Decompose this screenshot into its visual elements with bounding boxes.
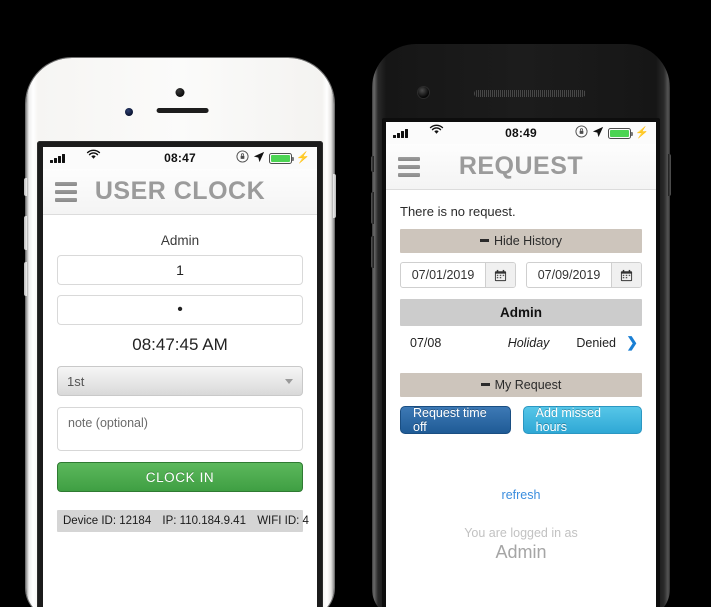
volume-down-button[interactable] — [371, 236, 374, 268]
proximity-sensor-icon — [125, 108, 133, 116]
device-id-label: Device ID: 12184 — [63, 515, 152, 527]
rotation-lock-icon — [575, 125, 588, 141]
user-clock-screen: 08:47 ⚡ USER CLOCK Admin 1 • 08:47:45 AM… — [43, 147, 317, 607]
refresh-link[interactable]: refresh — [400, 488, 642, 502]
shift-select-value: 1st — [67, 373, 85, 389]
request-app: REQUEST There is no request. Hide Histor… — [386, 144, 656, 607]
battery-full-icon — [608, 127, 634, 139]
calendar-icon[interactable] — [485, 263, 515, 287]
location-arrow-icon — [253, 151, 265, 166]
hamburger-menu-icon[interactable] — [55, 181, 77, 202]
white-phone-glass: 08:47 ⚡ USER CLOCK Admin 1 • 08:47:45 AM… — [37, 141, 323, 607]
hide-history-toggle[interactable]: Hide History — [400, 229, 642, 253]
date-range-row: 07/01/2019 07/09/2019 — [400, 262, 642, 288]
ios-status-bar-right: 08:49 ⚡ — [386, 122, 656, 144]
row-date: 07/08 — [410, 335, 442, 350]
history-table-header: Admin — [400, 299, 642, 326]
hamburger-menu-icon[interactable] — [398, 156, 420, 177]
mockup-stage: 08:47 ⚡ USER CLOCK Admin 1 • 08:47:45 AM… — [0, 0, 711, 607]
minus-icon — [479, 239, 489, 243]
earpiece-speaker — [156, 108, 209, 113]
black-iphone-device: 08:49 ⚡ REQUEST There is no request. Hid… — [371, 44, 671, 607]
right-navbar: REQUEST — [386, 144, 656, 190]
current-user-label: Admin — [160, 233, 200, 248]
charging-bolt-icon: ⚡ — [296, 151, 310, 164]
password-input[interactable]: • — [57, 295, 303, 325]
wifi-id-label: WIFI ID: 4 — [257, 515, 309, 527]
row-type: Holiday — [507, 335, 550, 350]
note-input[interactable]: note (optional) — [57, 407, 303, 451]
volume-up-button[interactable] — [371, 192, 374, 224]
volume-up-button[interactable] — [24, 216, 27, 250]
power-button[interactable] — [668, 154, 671, 196]
chevron-right-icon[interactable]: ❯ — [616, 334, 638, 351]
front-camera-icon — [418, 87, 429, 98]
request-time-off-button[interactable]: Request time off — [400, 406, 511, 434]
charging-bolt-icon: ⚡ — [635, 126, 649, 139]
user-clock-content: Admin 1 • 08:47:45 AM 1st note (optional… — [43, 215, 317, 607]
date-from-group[interactable]: 07/01/2019 — [400, 262, 516, 288]
left-navbar: USER CLOCK — [43, 169, 317, 215]
logged-in-user: Admin — [495, 542, 547, 562]
black-phone-glass: 08:49 ⚡ REQUEST There is no request. Hid… — [382, 118, 660, 607]
user-clock-app: USER CLOCK Admin 1 • 08:47:45 AM 1st not… — [43, 169, 317, 607]
empty-state-message: There is no request. — [400, 204, 516, 219]
ip-address-label: IP: 110.184.9.41 — [162, 515, 246, 527]
device-info-bar: Device ID: 12184 IP: 110.184.9.41 WIFI I… — [57, 510, 309, 532]
date-to-group[interactable]: 07/09/2019 — [526, 262, 642, 288]
add-missed-hours-button[interactable]: Add missed hours — [522, 406, 642, 434]
front-camera-icon — [175, 88, 185, 97]
hide-history-label: Hide History — [493, 234, 563, 248]
ios-status-bar-left: 08:47 ⚡ — [43, 147, 317, 169]
page-title: USER CLOCK — [94, 177, 266, 205]
clock-in-button[interactable]: CLOCK IN — [57, 462, 303, 492]
request-screen: 08:49 ⚡ REQUEST There is no request. Hid… — [386, 122, 656, 607]
ring-silent-switch[interactable] — [24, 178, 27, 196]
my-request-toggle[interactable]: My Request — [400, 373, 642, 397]
logged-in-label: You are logged in as — [464, 526, 578, 540]
date-from-input[interactable]: 07/01/2019 — [401, 263, 485, 287]
power-button[interactable] — [333, 174, 336, 218]
date-to-input[interactable]: 07/09/2019 — [527, 263, 611, 287]
row-status: Denied — [576, 335, 616, 350]
chevron-down-icon — [285, 378, 293, 384]
calendar-icon[interactable] — [611, 263, 641, 287]
request-content: There is no request. Hide History 07/01/… — [386, 190, 656, 607]
page-title: REQUEST — [458, 152, 584, 180]
rotation-lock-icon — [236, 150, 249, 166]
earpiece-speaker — [473, 90, 586, 97]
battery-full-icon — [269, 152, 295, 164]
ring-silent-switch[interactable] — [371, 156, 374, 172]
volume-down-button[interactable] — [24, 262, 27, 296]
current-time-display: 08:47:45 AM — [132, 335, 228, 354]
request-buttons-row: Request time off Add missed hours — [400, 406, 642, 434]
username-input[interactable]: 1 — [57, 255, 303, 285]
table-row[interactable]: 07/08 Holiday Denied ❯ — [400, 326, 642, 359]
minus-icon — [480, 383, 490, 387]
white-iphone-device: 08:47 ⚡ USER CLOCK Admin 1 • 08:47:45 AM… — [24, 58, 336, 607]
location-arrow-icon — [592, 126, 604, 141]
my-request-label: My Request — [494, 378, 562, 392]
shift-select[interactable]: 1st — [57, 366, 303, 396]
